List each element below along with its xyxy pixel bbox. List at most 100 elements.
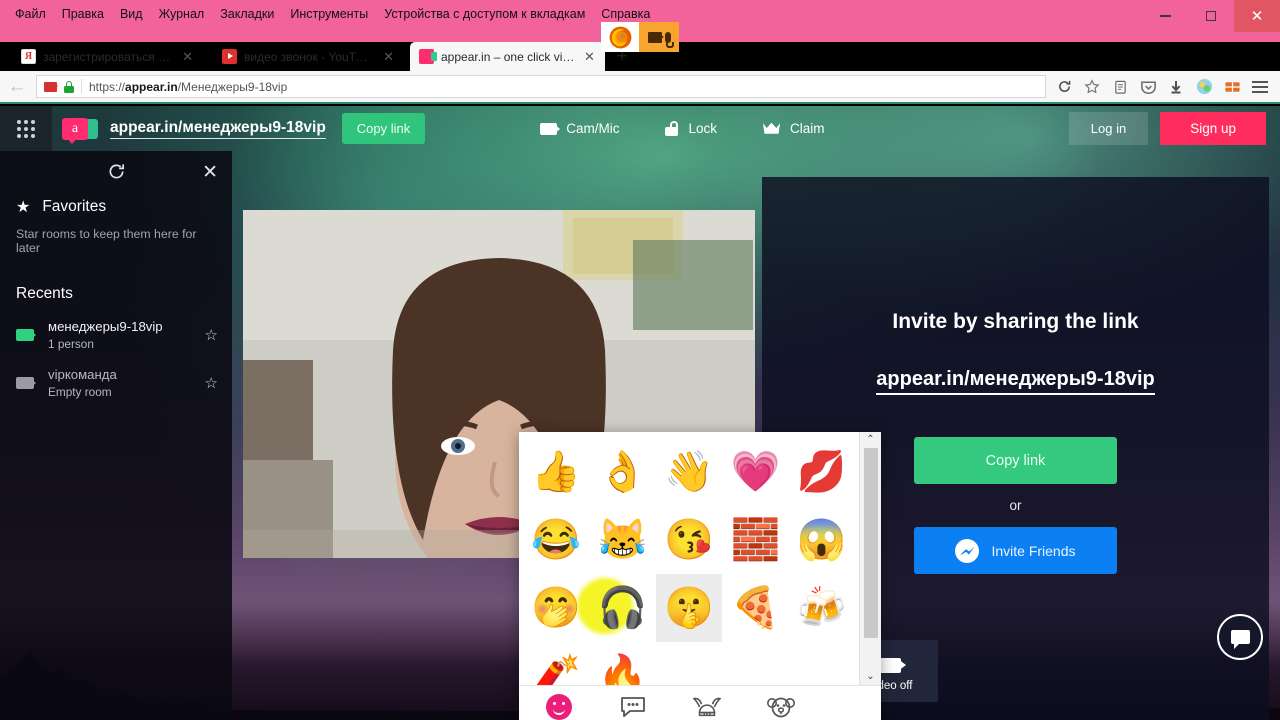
koala-face-icon xyxy=(767,697,795,717)
kiss-lips-emoji[interactable]: 💋 xyxy=(789,438,855,506)
bookmark-button[interactable] xyxy=(1078,74,1106,100)
room-meta: vipкоманда Empty room xyxy=(48,367,191,399)
menu-file[interactable]: Файл xyxy=(8,3,53,25)
ok-hand-emoji[interactable]: 👌 xyxy=(589,438,655,506)
smileys-tab[interactable] xyxy=(545,693,573,720)
pink-heart-emoji[interactable]: 💗 xyxy=(722,438,788,506)
invite-copy-link-button[interactable]: Copy link xyxy=(914,437,1117,484)
extension-button[interactable] xyxy=(1218,74,1246,100)
app-grid-button[interactable] xyxy=(0,106,52,151)
downloads-button[interactable] xyxy=(1162,74,1190,100)
url-bar[interactable]: https://appear.in/Менеджеры9-18vip xyxy=(36,75,1046,98)
claim-label: Claim xyxy=(790,121,825,136)
scrollbar-thumb[interactable] xyxy=(863,448,878,638)
star-outline-icon[interactable]: ☆ xyxy=(205,326,218,344)
emoji-grid: 👍 👌 👋 💗 💋 😂 😹 😘 🧱 😱 🤭 🎧 🤫 🍕 🍻 🧨 🔥 xyxy=(519,432,859,685)
tears-of-joy-emoji[interactable]: 😹 xyxy=(589,506,655,574)
sidebar-close-button[interactable]: ✕ xyxy=(202,161,218,184)
reader-button[interactable] xyxy=(1106,74,1134,100)
star-outline-icon[interactable]: ☆ xyxy=(205,374,218,392)
claim-button[interactable]: Claim xyxy=(762,121,825,136)
fire-emoji[interactable]: 🔥 xyxy=(589,642,655,685)
appear-in-logo[interactable]: a xyxy=(62,117,98,144)
thumbs-up-emoji[interactable]: 👍 xyxy=(523,438,589,506)
pizza-emoji[interactable]: 🍕 xyxy=(722,574,788,642)
room-status: 1 person xyxy=(48,337,94,351)
recents-title: Recents xyxy=(16,285,73,302)
menu-tools[interactable]: Инструменты xyxy=(283,3,375,25)
cam-mic-button[interactable]: Cam/Mic xyxy=(540,121,620,136)
viking-tab[interactable] xyxy=(693,693,721,720)
login-button[interactable]: Log in xyxy=(1068,112,1149,145)
maximize-button[interactable] xyxy=(1188,0,1234,32)
screen: Файл Правка Вид Журнал Закладки Инструме… xyxy=(0,0,1280,720)
room-list-item[interactable]: vipкоманда Empty room ☆ xyxy=(0,359,232,407)
minimize-button[interactable] xyxy=(1142,0,1188,32)
lock-icon[interactable] xyxy=(64,80,74,93)
waving-hand-emoji[interactable]: 👋 xyxy=(656,438,722,506)
messenger-icon xyxy=(955,538,980,563)
chat-button[interactable] xyxy=(1217,614,1263,660)
yandex-icon: Я xyxy=(21,49,36,64)
invite-friends-button[interactable]: Invite Friends xyxy=(914,527,1117,574)
menu-view[interactable]: Вид xyxy=(113,3,150,25)
smiley-icon xyxy=(546,693,572,720)
tab-label: зарегистрироваться в те... xyxy=(43,49,174,64)
speech-tab[interactable] xyxy=(619,693,647,720)
laughing-emoji[interactable]: 😂 xyxy=(523,506,589,574)
menu-bookmarks[interactable]: Закладки xyxy=(213,3,281,25)
rooms-sidebar: ✕ ★ Favorites Star rooms to keep them he… xyxy=(0,151,232,720)
camera-active-icon xyxy=(16,329,36,341)
face-hitting-wall-emoji[interactable]: 🧱 xyxy=(722,506,788,574)
camera-permission-icon[interactable] xyxy=(44,81,58,92)
close-button[interactable]: ✕ xyxy=(1234,0,1280,32)
tab-close-icon[interactable]: ✕ xyxy=(182,49,193,65)
camera-icon-wrap xyxy=(879,651,906,673)
header-room-url[interactable]: appear.in/менеджеры9-18vip xyxy=(110,119,326,139)
back-button[interactable]: ← xyxy=(0,70,34,103)
emoji-scrollbar[interactable]: ⌃ ⌄ xyxy=(859,432,881,685)
tab-appear-in[interactable]: appear.in – one click vide... ✕ xyxy=(410,42,605,71)
microphone-icon xyxy=(664,31,674,48)
room-name: менеджеры9-18vip xyxy=(48,319,163,334)
beer-mugs-emoji[interactable]: 🍻 xyxy=(789,574,855,642)
tab-close-icon[interactable]: ✕ xyxy=(383,49,394,65)
menu-edit[interactable]: Правка xyxy=(55,3,111,25)
room-list-item[interactable]: менеджеры9-18vip 1 person ☆ xyxy=(0,311,232,359)
addon-button[interactable] xyxy=(1190,74,1218,100)
tab-yandex[interactable]: Я зарегистрироваться в те... ✕ xyxy=(12,42,202,71)
refresh-icon[interactable] xyxy=(107,162,126,187)
divider xyxy=(81,79,82,94)
tab-youtube[interactable]: видео звонок - YouTube ✕ xyxy=(213,42,403,71)
menu-devices[interactable]: Устройства с доступом к вкладкам xyxy=(377,3,592,25)
emoji-picker-tabs xyxy=(519,685,881,720)
tab-close-icon[interactable]: ✕ xyxy=(584,49,595,65)
camera-mic-indicator[interactable] xyxy=(639,22,679,52)
menu-history[interactable]: Журнал xyxy=(152,3,212,25)
addon-icon xyxy=(1196,78,1212,95)
shushing-pointing-emoji[interactable]: 🤫 xyxy=(655,574,723,642)
tab-label: appear.in – one click vide... xyxy=(441,49,575,64)
scroll-up-arrow-icon[interactable]: ⌃ xyxy=(866,432,874,448)
invite-link[interactable]: appear.in/менеджеры9-18vip xyxy=(876,368,1155,395)
url-path: /Менеджеры9-18vip xyxy=(177,79,288,94)
reload-button[interactable] xyxy=(1050,74,1078,100)
pocket-button[interactable] xyxy=(1134,74,1162,100)
koala-tab[interactable] xyxy=(767,693,795,720)
minimize-icon xyxy=(1159,15,1171,17)
lock-button[interactable]: Lock xyxy=(664,121,717,136)
headphones-rock-emoji[interactable]: 🎧 xyxy=(589,574,655,642)
signup-button[interactable]: Sign up xyxy=(1160,112,1266,145)
thinking-smile-emoji[interactable]: 🤭 xyxy=(523,574,589,642)
dynamite-emoji[interactable]: 🧨 xyxy=(523,642,589,685)
screaming-face-emoji[interactable]: 😱 xyxy=(789,506,855,574)
hamburger-menu-button[interactable] xyxy=(1246,74,1274,100)
logo-bubble-icon: a xyxy=(62,117,88,144)
header-copy-link-button[interactable]: Copy link xyxy=(341,113,426,144)
downloads-icon xyxy=(1171,80,1181,93)
pocket-icon xyxy=(1140,81,1156,94)
blowing-kiss-emoji[interactable]: 😘 xyxy=(656,506,722,574)
scroll-down-arrow-icon[interactable]: ⌄ xyxy=(866,669,874,685)
app-header: a appear.in/менеджеры9-18vip Copy link C… xyxy=(0,106,1280,151)
header-actions: Cam/Mic Lock Claim xyxy=(540,121,825,136)
